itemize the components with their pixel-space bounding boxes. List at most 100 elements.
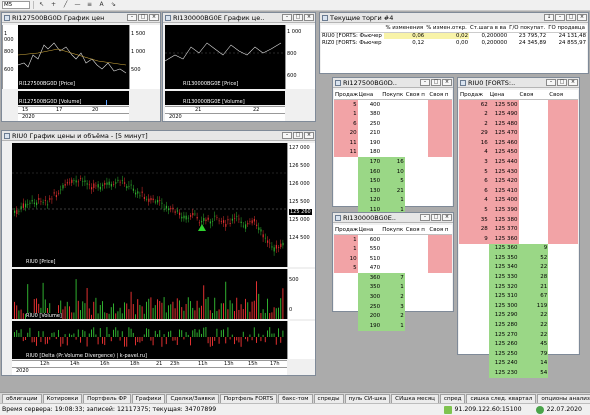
column-header[interactable]: Продаж: [334, 90, 358, 101]
window-titlebar[interactable]: RI127500BG0D.. – □ ×: [333, 78, 453, 88]
bid-row[interactable]: 125 360 9: [459, 243, 578, 254]
workspace-tab[interactable]: Портфель FORTS: [219, 394, 278, 403]
ask-row[interactable]: 11 180: [334, 147, 452, 158]
column-header[interactable]: ГО продавца: [547, 25, 587, 33]
bid-row[interactable]: 125 250 79: [459, 349, 578, 359]
workspace-tab[interactable]: облигации: [2, 394, 42, 403]
window-titlebar[interactable]: RI127500BG0D График цен – □ ×: [2, 13, 160, 23]
maximize-button[interactable]: □: [557, 79, 567, 86]
ask-row[interactable]: 1 380: [334, 109, 452, 119]
minimize-button[interactable]: –: [282, 14, 292, 21]
bid-row[interactable]: 190 1: [334, 320, 452, 331]
bid-row[interactable]: 200 2: [334, 311, 452, 321]
bid-row[interactable]: 250 3: [334, 301, 452, 312]
bid-row[interactable]: 125 300 119: [459, 301, 578, 311]
window-titlebar[interactable]: RIU0 График цены и объёма - [5 минут] – …: [2, 131, 315, 141]
column-header[interactable]: Цена: [357, 90, 382, 101]
sort-button[interactable]: ↓: [544, 14, 554, 21]
bid-row[interactable]: 125 240 14: [459, 358, 578, 369]
maximize-button[interactable]: □: [566, 14, 576, 21]
column-header[interactable]: Своя п: [428, 225, 452, 236]
bid-row[interactable]: 300 2: [334, 292, 452, 302]
close-button[interactable]: ×: [149, 14, 159, 21]
workspace-tab[interactable]: Графики: [131, 394, 166, 403]
column-header[interactable]: Г/О покупат.: [508, 25, 548, 33]
bid-row[interactable]: 125 350 52: [459, 253, 578, 263]
column-header[interactable]: Продаж: [459, 90, 489, 101]
window-titlebar[interactable]: RIU0 [FORTS:.. – □ ×: [458, 78, 579, 88]
bid-row[interactable]: 160 10: [334, 166, 452, 177]
minimize-button[interactable]: –: [555, 14, 565, 21]
window-titlebar[interactable]: Текущие торги #4 ↓ – □ ×: [320, 13, 588, 23]
column-header[interactable]: Ст.шага в ва: [469, 25, 509, 33]
chart-window-ri130000[interactable]: RI130000BG0E График це.. – □ × 1 000 800…: [162, 12, 316, 122]
ask-row[interactable]: 5 400: [334, 99, 452, 110]
ask-row[interactable]: 1 550: [334, 244, 452, 254]
column-header[interactable]: [321, 25, 385, 33]
workspace-tab[interactable]: спред: [439, 394, 466, 403]
minimize-button[interactable]: –: [127, 14, 137, 21]
ask-row[interactable]: 4 125 450: [459, 147, 578, 158]
ask-row[interactable]: 6 250: [334, 118, 452, 129]
current-trades-window[interactable]: Текущие торги #4 ↓ – □ × % изменения % и…: [319, 12, 589, 74]
bid-row[interactable]: 125 290 22: [459, 310, 578, 321]
bid-row[interactable]: 125 260 45: [459, 339, 578, 350]
workspace-tab[interactable]: опционы анализ: [537, 394, 590, 403]
workspace-tab[interactable]: сишка след. квартал: [466, 394, 537, 403]
bid-row[interactable]: 360 7: [334, 272, 452, 283]
bid-row[interactable]: 125 330 28: [459, 272, 578, 282]
workspace-tab[interactable]: СИшка месяц: [391, 394, 439, 403]
column-header[interactable]: Своя: [548, 90, 578, 101]
workspace-tab[interactable]: пуль СИ-шка: [344, 394, 391, 403]
bid-row[interactable]: 125 310 67: [459, 291, 578, 302]
ask-row[interactable]: 2 125 480: [459, 118, 578, 129]
table-row[interactable]: RIZ0 [FORTS: Фьючер 0,12 0,00 0,200000 2…: [321, 39, 587, 46]
maximize-button[interactable]: □: [138, 14, 148, 21]
hline-icon[interactable]: —: [73, 1, 82, 9]
chart-window-riu0[interactable]: RIU0 График цены и объёма - [5 минут] – …: [1, 130, 316, 376]
column-header[interactable]: Цена: [357, 225, 382, 236]
ask-row[interactable]: 9 125 360: [459, 233, 578, 244]
ask-row[interactable]: 20 210: [334, 128, 452, 138]
close-button[interactable]: ×: [304, 132, 314, 139]
trend-icon[interactable]: ⇘: [109, 1, 118, 9]
workspace-tab[interactable]: спреды: [313, 394, 344, 403]
close-button[interactable]: ×: [577, 14, 587, 21]
bid-row[interactable]: 130 21: [334, 185, 452, 196]
close-button[interactable]: ×: [304, 14, 314, 21]
price-chart-area[interactable]: [18, 25, 129, 89]
text-icon[interactable]: A: [97, 1, 106, 9]
column-header[interactable]: Цена: [488, 90, 519, 101]
ask-row[interactable]: 4 125 400: [459, 195, 578, 206]
line-icon[interactable]: ╱: [61, 1, 70, 9]
ask-row[interactable]: 6 125 410: [459, 185, 578, 196]
maximize-button[interactable]: □: [431, 79, 441, 86]
bid-row[interactable]: 150 5: [334, 176, 452, 186]
volume-chart-area[interactable]: [12, 269, 287, 319]
column-header[interactable]: Продаж: [334, 225, 358, 236]
workspace-tab[interactable]: Котировки: [42, 394, 83, 403]
orderbook-window-riu0[interactable]: RIU0 [FORTS:.. – □ × Продаж Цена Своя Своя 6…: [457, 77, 580, 378]
orderbook-window-ri130000[interactable]: RI130000BG0E.. – □ × Продаж Цена Покупк Сво…: [332, 212, 454, 331]
ask-row[interactable]: 2 125 490: [459, 109, 578, 119]
ask-row[interactable]: 62 125 500: [459, 99, 578, 110]
arrow-icon[interactable]: ↖: [37, 1, 46, 9]
ask-row[interactable]: 10 510: [334, 253, 452, 264]
maximize-button[interactable]: □: [293, 132, 303, 139]
minimize-button[interactable]: –: [282, 132, 292, 139]
workspace-tab[interactable]: бакс-том: [278, 394, 313, 403]
bid-row[interactable]: 125 230 54: [459, 368, 578, 378]
ask-row[interactable]: 11 190: [334, 137, 452, 148]
ask-row[interactable]: 28 125 370: [459, 224, 578, 234]
workspace-tab[interactable]: Сделки/Заявки: [166, 394, 219, 403]
ask-row[interactable]: 5 125 390: [459, 205, 578, 215]
table-row[interactable]: RIU0 [FORTS: Фьючер 0,06 0,02 0,200000 2…: [321, 32, 587, 39]
maximize-button[interactable]: □: [431, 214, 441, 221]
column-header[interactable]: Покупк: [381, 225, 405, 236]
timeframe-select[interactable]: M5: [2, 1, 30, 9]
bid-row[interactable]: 120 1: [334, 195, 452, 206]
cross-icon[interactable]: +: [49, 1, 58, 9]
ask-row[interactable]: 6 125 420: [459, 176, 578, 186]
column-header[interactable]: % изменения: [384, 25, 426, 33]
price-chart-area[interactable]: [12, 143, 287, 267]
